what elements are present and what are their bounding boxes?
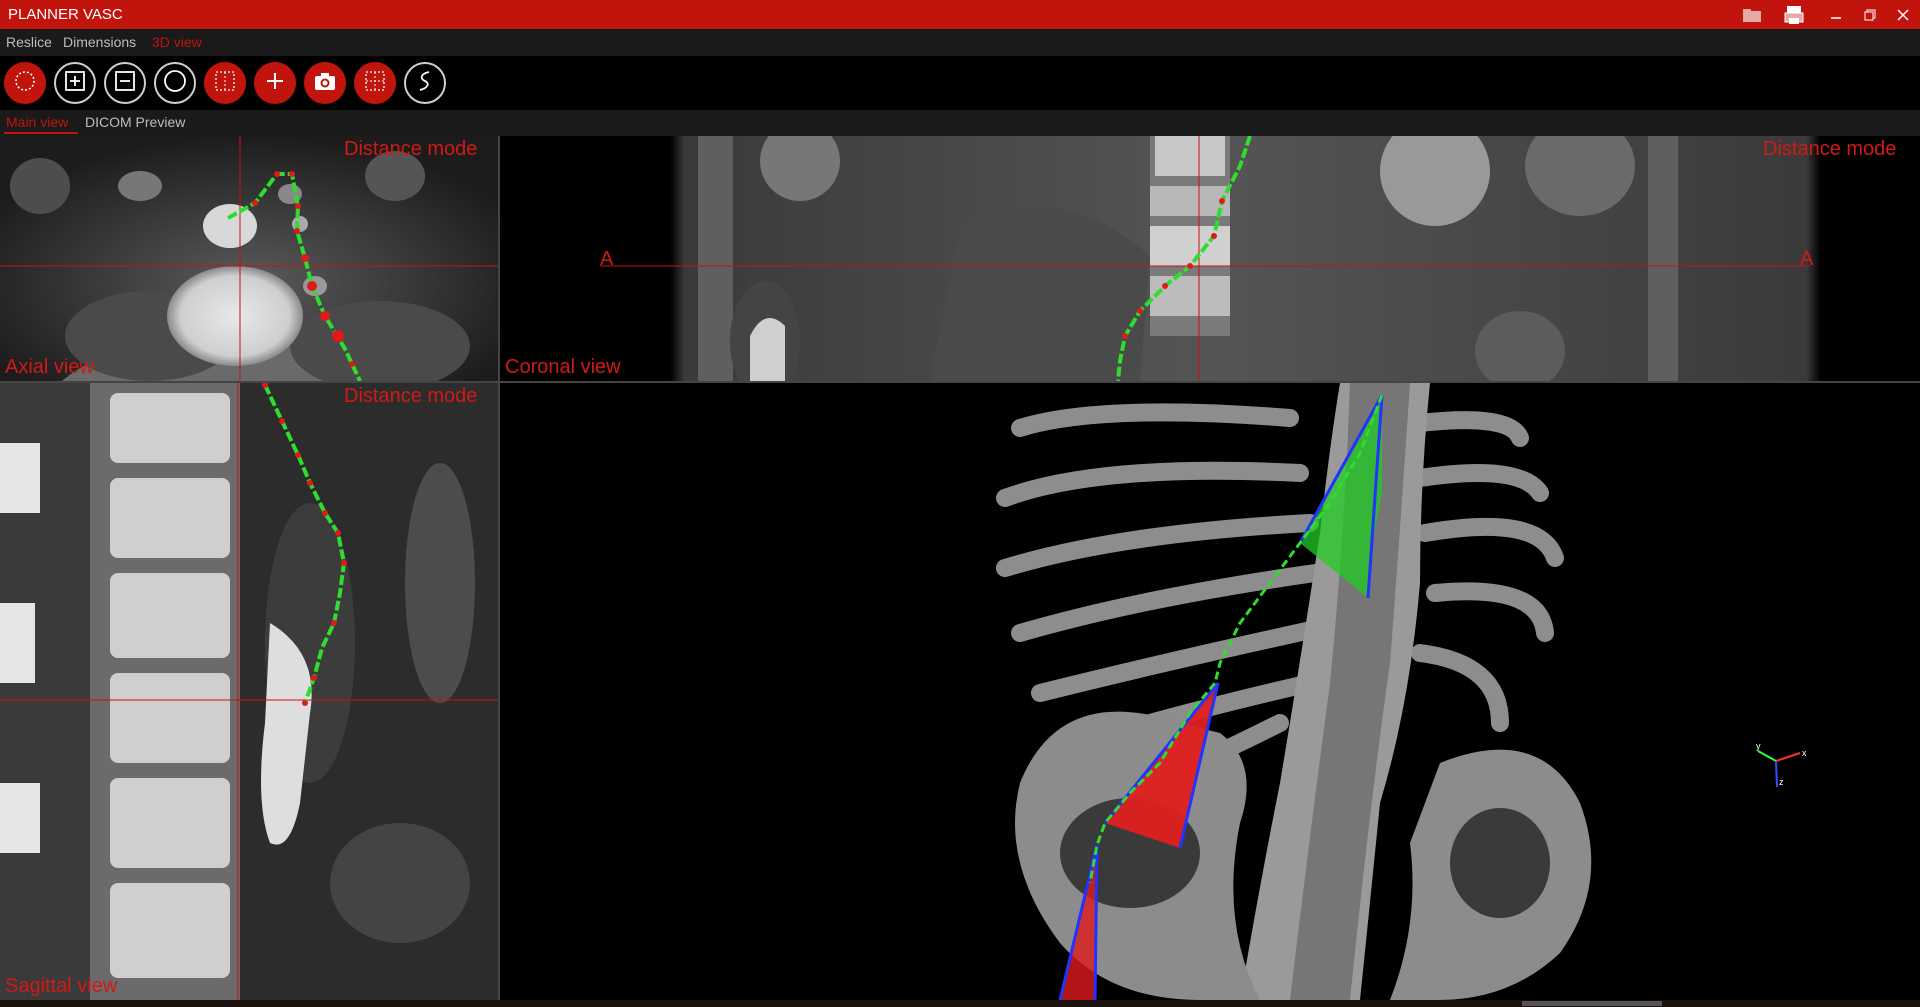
bottom-scroll-strip: [0, 1000, 1920, 1007]
menu-item-3d-view[interactable]: 3D view: [152, 34, 202, 50]
sagittal-image[interactable]: [0, 383, 498, 1000]
coronal-view-label: Coronal view: [505, 356, 621, 378]
print-icon[interactable]: [1780, 0, 1808, 29]
tab-dicom-preview[interactable]: DICOM Preview: [85, 114, 185, 130]
tab-main-view[interactable]: Main view: [6, 114, 68, 130]
restore-icon[interactable]: [1856, 0, 1884, 29]
view-tab-bar: Main view DICOM Preview: [0, 110, 1920, 136]
zoom-in-icon: [63, 69, 87, 98]
circle-tool-button[interactable]: [154, 62, 196, 104]
crop-button[interactable]: [204, 62, 246, 104]
screenshot-button[interactable]: [304, 62, 346, 104]
circle-icon: [162, 68, 188, 99]
axial-image[interactable]: [0, 136, 498, 381]
svg-text:x: x: [1802, 748, 1807, 758]
svg-text:z: z: [1779, 777, 1784, 787]
viewport-divider-horizontal[interactable]: [0, 381, 1920, 383]
select-circle-button[interactable]: [4, 62, 46, 104]
centerline-button[interactable]: [404, 62, 446, 104]
volume-rendering[interactable]: x y z: [500, 383, 1920, 1000]
close-icon[interactable]: [1890, 0, 1916, 29]
folder-icon[interactable]: [1738, 0, 1766, 29]
menu-bar: Reslice Dimensions 3D view: [0, 29, 1920, 56]
toolbar: [0, 56, 1920, 110]
coronal-viewport[interactable]: A A Distance mode Coronal view: [500, 136, 1920, 381]
sagittal-mode-label: Distance mode: [344, 385, 478, 407]
menu-item-dimensions[interactable]: Dimensions: [63, 34, 136, 50]
sagittal-viewport[interactable]: Distance mode Sagittal view: [0, 383, 498, 1000]
coronal-marker-right: A: [1800, 248, 1814, 270]
volume-3d-viewport[interactable]: x y z: [500, 383, 1920, 1000]
svg-text:y: y: [1756, 741, 1761, 751]
horizontal-scrollbar-thumb[interactable]: [1522, 1001, 1662, 1006]
add-button[interactable]: [254, 62, 296, 104]
zoom-out-icon: [113, 69, 137, 98]
camera-icon: [312, 68, 338, 99]
zoom-out-button[interactable]: [104, 62, 146, 104]
axial-mode-label: Distance mode: [344, 138, 478, 160]
zoom-in-button[interactable]: [54, 62, 96, 104]
grid-icon: [362, 68, 388, 99]
minimize-icon[interactable]: [1822, 0, 1850, 29]
coronal-marker-left: A: [600, 248, 614, 270]
add-icon: [263, 69, 287, 98]
select-circle-icon: [12, 68, 38, 99]
coronal-mode-label: Distance mode: [1763, 138, 1897, 160]
menu-item-reslice[interactable]: Reslice: [6, 34, 52, 50]
layout-grid-button[interactable]: [354, 62, 396, 104]
sagittal-view-label: Sagittal view: [5, 975, 118, 997]
title-bar: PLANNER VASC: [0, 0, 1920, 29]
crop-icon: [212, 68, 238, 99]
axial-viewport[interactable]: Distance mode Axial view: [0, 136, 498, 381]
coronal-image[interactable]: [500, 136, 1920, 381]
axial-view-label: Axial view: [5, 356, 94, 378]
viewport-divider-vertical[interactable]: [498, 136, 500, 1001]
centerline-icon: [412, 68, 438, 99]
app-title: PLANNER VASC: [8, 6, 123, 23]
active-tab-indicator: [4, 132, 78, 134]
